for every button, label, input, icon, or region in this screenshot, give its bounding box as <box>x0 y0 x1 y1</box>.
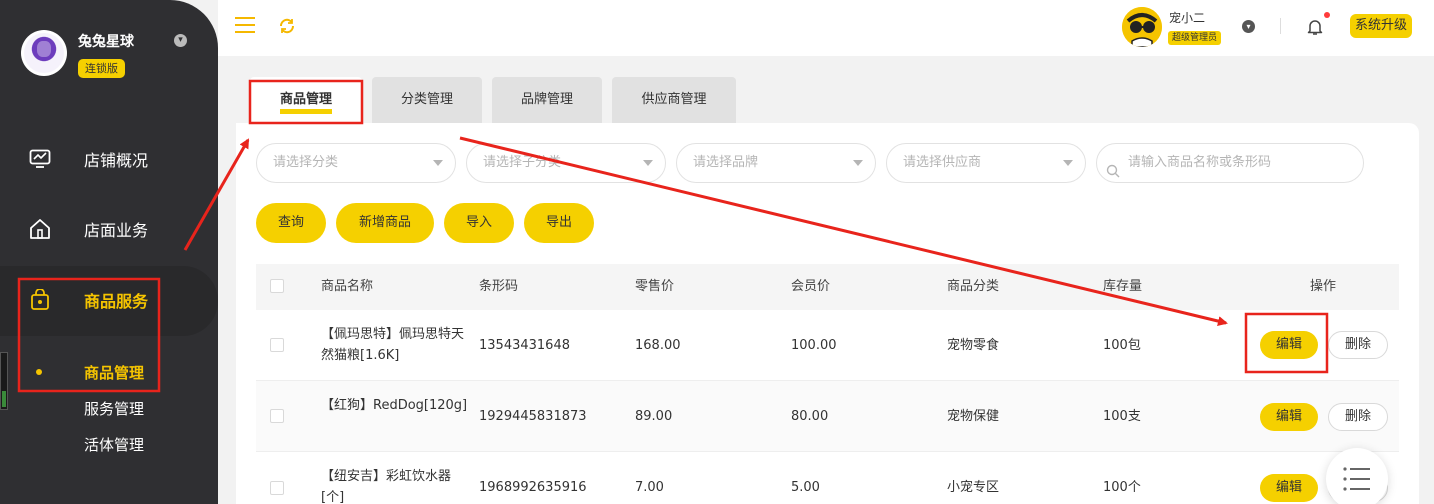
stock: 100支 <box>1103 409 1141 424</box>
edit-button[interactable]: 编辑 <box>1260 403 1318 431</box>
stock: 100个 <box>1103 480 1141 495</box>
chevron-down-icon[interactable]: ▾ <box>174 34 187 47</box>
delete-button[interactable]: 删除 <box>1328 403 1388 431</box>
active-dot <box>36 369 42 375</box>
row-checkbox[interactable] <box>270 338 284 352</box>
column-header: 库存量 <box>1103 279 1143 294</box>
barcode: 13543431648 <box>479 338 570 353</box>
floating-menu-button[interactable] <box>1326 448 1388 504</box>
list-icon <box>1343 467 1370 491</box>
search-icon <box>1106 156 1120 178</box>
product-category: 小宠专区 <box>947 480 1000 495</box>
user-role-badge: 超级管理员 <box>1168 31 1222 45</box>
tab-supplier-management[interactable]: 供应商管理 <box>612 77 736 123</box>
search-placeholder: 请输入商品名称或条形码 <box>1128 155 1272 170</box>
product-category: 宠物零食 <box>947 338 1000 353</box>
sidebar-subitem-service-management[interactable]: 服务管理 <box>84 398 144 419</box>
product-category: 宠物保健 <box>947 409 1000 424</box>
product-name: 【纽安吉】彩虹饮水器[个] <box>321 469 452 504</box>
column-header: 条形码 <box>479 279 519 294</box>
column-header: 商品分类 <box>947 279 1000 294</box>
column-header: 商品名称 <box>321 279 374 294</box>
caret-down-icon <box>1063 160 1073 166</box>
select-placeholder: 请选择品牌 <box>693 155 759 170</box>
search-input[interactable]: 请输入商品名称或条形码 <box>1096 143 1364 183</box>
sidebar-item-product-service[interactable]: 商品服务 <box>0 275 218 325</box>
sidebar-subitem-live-animal-management[interactable]: 活体管理 <box>84 434 144 455</box>
barcode: 1929445831873 <box>479 409 587 424</box>
tab-brand-management[interactable]: 品牌管理 <box>492 77 602 123</box>
edit-button[interactable]: 编辑 <box>1260 474 1318 502</box>
refresh-icon[interactable] <box>278 17 296 35</box>
sidebar: 兔兔星球 连锁版 ▾ 店铺概况 店面业务 商品服务 商品管理 服务管理 活体管理 <box>0 0 218 504</box>
monitor-icon <box>28 147 52 171</box>
select-placeholder: 请选择供应商 <box>903 155 982 170</box>
member-price: 100.00 <box>791 338 837 353</box>
sidebar-item-label: 店铺概况 <box>84 151 149 170</box>
sidebar-subitem-product-management[interactable]: 商品管理 <box>84 362 144 383</box>
upgrade-button[interactable]: 系统升级 <box>1350 14 1413 38</box>
bag-icon <box>28 288 52 312</box>
export-button[interactable]: 导出 <box>524 203 594 243</box>
select-placeholder: 请选择子分类 <box>483 155 562 170</box>
avatar[interactable] <box>1122 7 1162 47</box>
select-all-checkbox[interactable] <box>270 279 284 293</box>
tab-label: 供应商管理 <box>641 92 707 107</box>
sidebar-item-store-business[interactable]: 店面业务 <box>0 204 218 254</box>
import-button[interactable]: 导入 <box>444 203 514 243</box>
store-icon <box>28 217 52 241</box>
top-header: 宠小二 超级管理员 ▾ 系统升级 <box>218 0 1434 56</box>
tab-product-management[interactable]: 商品管理 <box>250 77 362 123</box>
sidebar-item-label: 店面业务 <box>84 221 149 240</box>
caret-down-icon <box>643 160 653 166</box>
column-header: 操作 <box>1310 279 1337 294</box>
retail-price: 89.00 <box>635 409 673 424</box>
tab-label: 商品管理 <box>279 91 332 114</box>
stock: 100包 <box>1103 338 1141 353</box>
brand-name: 兔兔星球 <box>78 34 134 50</box>
product-name: 【佩玛思特】佩玛思特天然猫粮[1.6K] <box>321 327 465 363</box>
edit-button[interactable]: 编辑 <box>1260 331 1318 359</box>
brand-logo <box>21 30 67 76</box>
query-button[interactable]: 查询 <box>256 203 326 243</box>
retail-price: 7.00 <box>635 480 664 495</box>
tab-label: 品牌管理 <box>520 92 573 107</box>
select-placeholder: 请选择分类 <box>273 155 339 170</box>
barcode: 1968992635916 <box>479 480 587 495</box>
edition-badge: 连锁版 <box>78 59 125 78</box>
sidebar-item-label: 商品服务 <box>84 292 149 311</box>
product-name: 【红狗】RedDog[120g] <box>321 398 468 413</box>
tab-category-management[interactable]: 分类管理 <box>372 77 482 123</box>
notification-dot <box>1324 12 1330 18</box>
bell-icon[interactable] <box>1307 18 1323 36</box>
row-checkbox[interactable] <box>270 481 284 495</box>
retail-price: 168.00 <box>635 338 681 353</box>
column-header: 零售价 <box>635 279 675 294</box>
subcategory-select[interactable]: 请选择子分类 <box>466 143 666 183</box>
sidebar-item-store-overview[interactable]: 店铺概况 <box>0 134 218 184</box>
user-name: 宠小二 <box>1169 11 1206 25</box>
column-header: 会员价 <box>791 279 831 294</box>
member-price: 5.00 <box>791 480 820 495</box>
row-checkbox[interactable] <box>270 409 284 423</box>
tab-label: 分类管理 <box>400 92 453 107</box>
caret-down-icon <box>853 160 863 166</box>
divider <box>1280 18 1281 34</box>
delete-button[interactable]: 删除 <box>1328 331 1388 359</box>
menu-icon[interactable] <box>235 17 255 33</box>
sidebar-scrollbar[interactable] <box>0 352 8 410</box>
category-select[interactable]: 请选择分类 <box>256 143 456 183</box>
chevron-down-icon[interactable]: ▾ <box>1242 20 1255 33</box>
brand-select[interactable]: 请选择品牌 <box>676 143 876 183</box>
caret-down-icon <box>433 160 443 166</box>
add-product-button[interactable]: 新增商品 <box>336 203 434 243</box>
member-price: 80.00 <box>791 409 829 424</box>
supplier-select[interactable]: 请选择供应商 <box>886 143 1086 183</box>
